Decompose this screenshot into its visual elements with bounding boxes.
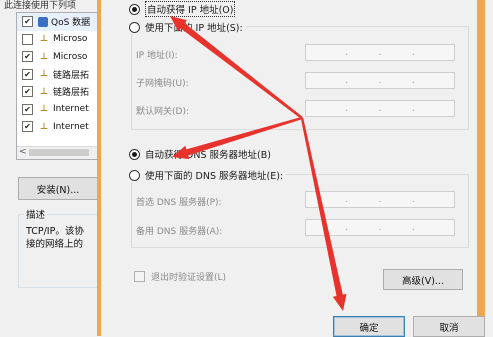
default-gateway-label: 默认网关(D): — [136, 107, 189, 117]
auto-ip-label: 自动获得 IP 地址(O) — [145, 1, 236, 17]
ip-address-field[interactable]: ... — [305, 44, 455, 61]
cancel-button[interactable]: 取消 — [413, 316, 485, 337]
radio-unselected-icon[interactable] — [129, 169, 140, 181]
list-item[interactable]: ✔ ⊥ Internet — [17, 118, 97, 136]
list-item[interactable]: ✔ ⊥ 链路层拓 — [17, 66, 97, 84]
scroll-left-icon[interactable]: < — [19, 147, 27, 157]
default-gateway-field[interactable]: ... — [305, 100, 455, 117]
protocol-icon: ⊥ — [39, 69, 49, 80]
list-item[interactable]: ✔ ⊥ 链路层拓 — [17, 83, 97, 101]
checkbox-icon[interactable]: ✔ — [22, 103, 33, 115]
subnet-mask-label: 子网掩码(U): — [136, 79, 189, 89]
manual-ip-label: 使用下面的 IP 地址(S): — [145, 23, 243, 34]
manual-dns-radio[interactable]: 使用下面的 DNS 服务器地址(E): — [129, 168, 287, 182]
subnet-mask-field[interactable]: ... — [305, 72, 455, 89]
components-heading: 此连接使用下列项 — [4, 1, 77, 11]
list-item-label: Internet — [53, 104, 89, 115]
list-item[interactable]: ⊥ Microso — [17, 31, 97, 49]
description-title: 描述 — [24, 207, 48, 221]
checkbox-icon[interactable] — [134, 271, 145, 282]
ip-address-label: IP 地址(I): — [136, 51, 178, 61]
protocol-icon: ⊥ — [39, 86, 49, 97]
alternate-dns-field[interactable]: ... — [305, 219, 455, 236]
validate-on-exit-checkbox[interactable]: 退出时验证设置(L) — [134, 270, 226, 283]
list-item[interactable]: ✔ ⊥ Internet — [17, 101, 97, 119]
ok-button[interactable]: 确定 — [333, 316, 405, 337]
description-text: TCP/IP。该协 接的网络上的 — [26, 225, 100, 251]
list-item-label: Internet — [53, 121, 89, 132]
description-line: 接的网络上的 — [26, 239, 84, 250]
scrollbar-thumb[interactable] — [29, 149, 89, 156]
manual-dns-label: 使用下面的 DNS 服务器地址(E): — [145, 171, 284, 182]
manual-ip-radio[interactable]: 使用下面的 IP 地址(S): — [129, 20, 246, 34]
list-item-label: QoS 数据 — [51, 18, 91, 29]
checkbox-icon[interactable]: ✔ — [22, 86, 33, 98]
list-item[interactable]: ✔ ⊥ Microso — [17, 48, 97, 66]
background-dialog: 此连接使用下列项 ✔ QoS 数据 ⊥ Microso ✔ ⊥ Microso ✔ ⊥ 链路层拓 ✔… — [0, 0, 108, 331]
ipv4-properties-dialog: 自动获得 IP 地址(O) 使用下面的 IP 地址(S): IP 地址(I): … — [97, 0, 485, 337]
advanced-button[interactable]: 高级(V)... — [383, 269, 463, 290]
components-list[interactable]: ✔ QoS 数据 ⊥ Microso ✔ ⊥ Microso ✔ ⊥ 链路层拓 ✔ ⊥ 链路层拓 ✔ ⊥ In… — [16, 12, 98, 160]
protocol-icon: ⊥ — [39, 51, 49, 62]
horizontal-scrollbar[interactable]: < — [17, 146, 97, 159]
auto-dns-label: 自动获得 DNS 服务器地址(B) — [145, 150, 271, 161]
checkbox-icon[interactable]: ✔ — [22, 68, 33, 80]
install-button[interactable]: 安装(N)... — [18, 177, 98, 200]
checkbox-icon[interactable]: ✔ — [22, 121, 33, 133]
preferred-dns-field[interactable]: ... — [305, 191, 455, 208]
list-item[interactable]: ✔ QoS 数据 — [17, 13, 97, 31]
radio-selected-icon[interactable] — [129, 148, 140, 160]
protocol-icon: ⊥ — [39, 121, 49, 132]
description-line: TCP/IP。该协 — [26, 226, 84, 237]
auto-ip-radio[interactable]: 自动获得 IP 地址(O) — [129, 1, 236, 17]
auto-dns-radio[interactable]: 自动获得 DNS 服务器地址(B) — [129, 147, 271, 161]
list-item-label: Microso — [53, 34, 88, 45]
list-item-label: Microso — [53, 51, 88, 62]
radio-selected-icon[interactable] — [129, 3, 140, 15]
validate-on-exit-label: 退出时验证设置(L) — [151, 273, 227, 283]
preferred-dns-label: 首选 DNS 服务器(P): — [136, 198, 222, 208]
checkbox-icon[interactable]: ✔ — [22, 51, 33, 63]
checkbox-icon[interactable] — [22, 33, 33, 45]
alternate-dns-label: 备用 DNS 服务器(A): — [136, 227, 223, 237]
list-item-label: 链路层拓 — [53, 88, 90, 99]
radio-unselected-icon[interactable] — [129, 21, 140, 33]
protocol-icon: ⊥ — [39, 104, 49, 115]
qos-icon — [38, 16, 48, 27]
list-item-label: 链路层拓 — [53, 70, 90, 81]
checkbox-icon[interactable]: ✔ — [22, 16, 33, 28]
protocol-icon: ⊥ — [39, 34, 49, 45]
